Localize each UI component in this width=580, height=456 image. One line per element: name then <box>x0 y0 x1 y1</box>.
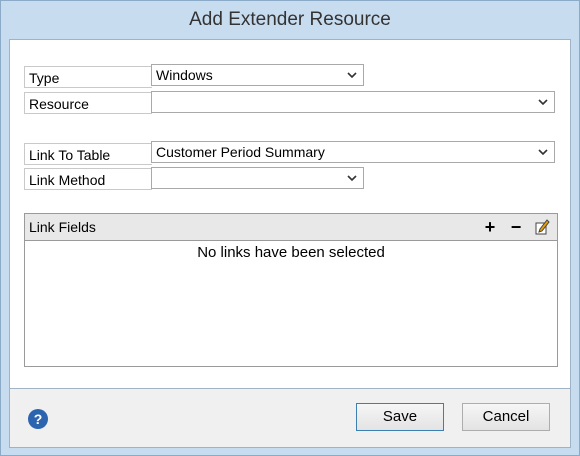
chevron-down-icon <box>538 99 548 106</box>
resource-dropdown[interactable] <box>151 91 555 113</box>
link-fields-header: Link Fields + − <box>25 214 557 241</box>
type-dropdown[interactable]: Windows <box>151 64 364 86</box>
type-label: Type <box>24 66 152 88</box>
dialog-window: Add Extender Resource Type Windows Resou… <box>0 0 580 456</box>
link-to-table-dropdown[interactable]: Customer Period Summary <box>151 141 555 163</box>
add-link-button[interactable]: + <box>481 214 499 240</box>
dialog-content: Type Windows Resource Link To Table Cust… <box>9 39 571 389</box>
window-title: Add Extender Resource <box>189 9 391 30</box>
chevron-down-icon <box>347 175 357 182</box>
edit-pencil-icon <box>535 219 550 235</box>
link-to-table-label: Link To Table <box>24 143 152 165</box>
dialog-footer: ? Save Cancel <box>9 389 571 448</box>
link-to-table-value: Customer Period Summary <box>156 144 325 160</box>
cancel-button[interactable]: Cancel <box>462 403 550 431</box>
link-method-label: Link Method <box>24 168 152 190</box>
link-fields-title: Link Fields <box>29 219 96 235</box>
resource-label: Resource <box>24 92 152 114</box>
help-icon[interactable]: ? <box>28 409 48 429</box>
link-method-dropdown[interactable] <box>151 167 364 189</box>
edit-link-button[interactable] <box>533 214 551 240</box>
chevron-down-icon <box>538 149 548 156</box>
save-button[interactable]: Save <box>356 403 444 431</box>
link-fields-empty-message: No links have been selected <box>197 244 385 261</box>
chevron-down-icon <box>347 72 357 79</box>
link-fields-panel: Link Fields + − No links have been selec… <box>24 213 558 367</box>
type-value: Windows <box>156 67 213 83</box>
remove-link-button[interactable]: − <box>507 214 525 240</box>
